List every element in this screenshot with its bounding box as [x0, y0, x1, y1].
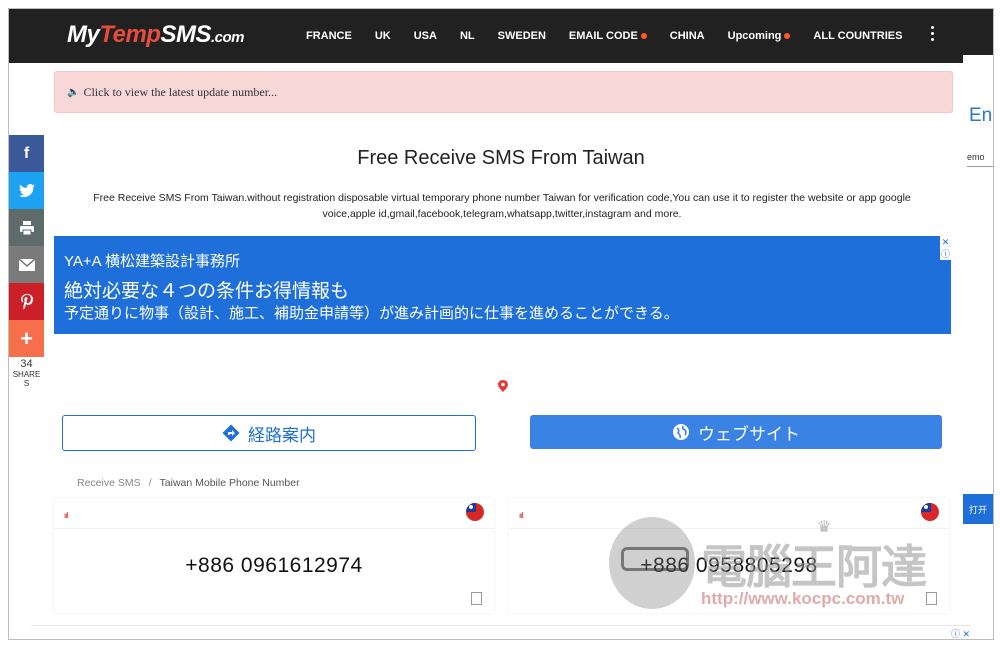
nav-item-usa[interactable]: USA — [414, 30, 437, 42]
more-share-button[interactable]: + — [9, 320, 44, 357]
share-sidebar: f + 34 SHARE S — [9, 135, 44, 388]
browser-viewport: MyTempSMS.com FRANCE UK USA NL SWEDEN EM… — [8, 8, 994, 640]
more-menu-icon[interactable] — [931, 26, 935, 44]
ad-headline: 絶対必要な４つの条件お得情報も — [64, 281, 350, 302]
new-dot-icon — [784, 33, 791, 39]
globe-icon — [673, 424, 689, 440]
phone-number-card[interactable]: ııl +886 0961612974 — [54, 498, 494, 613]
copy-icon[interactable] — [926, 592, 937, 605]
taiwan-flag-icon — [466, 503, 484, 521]
breadcrumb-current: Taiwan Mobile Phone Number — [159, 477, 300, 489]
route-guide-button[interactable]: 経路案内 — [62, 415, 476, 451]
open-button[interactable]: 打开 — [963, 494, 993, 524]
directions-icon — [222, 424, 240, 442]
nav-item-france[interactable]: FRANCE — [306, 30, 352, 42]
ad-advertiser: YA+A 横松建築設計事務所 — [64, 253, 241, 270]
taiwan-flag-icon — [921, 503, 939, 521]
share-label-cont: S — [23, 379, 30, 388]
nav-item-uk[interactable]: UK — [375, 30, 391, 42]
top-navbar: MyTempSMS.com FRANCE UK USA NL SWEDEN EM… — [9, 9, 993, 63]
map-pin-icon — [498, 380, 508, 392]
twitter-icon — [18, 183, 35, 197]
site-logo[interactable]: MyTempSMS.com — [67, 21, 245, 49]
phone-number[interactable]: +886 0958805298 — [509, 554, 949, 578]
email-icon — [18, 258, 35, 271]
nav-item-sweden[interactable]: SWEDEN — [498, 30, 546, 42]
facebook-share-button[interactable]: f — [9, 135, 44, 172]
nav-item-nl[interactable]: NL — [460, 30, 475, 42]
signal-icon: ııl — [64, 511, 69, 520]
bottom-ad-divider — [31, 625, 971, 626]
nav-item-upcoming[interactable]: Upcoming — [728, 30, 791, 42]
share-count: 34 — [20, 358, 33, 370]
pinterest-share-button[interactable] — [9, 283, 44, 320]
main-menu: FRANCE UK USA NL SWEDEN EMAIL CODE CHINA… — [306, 9, 925, 63]
nav-item-china[interactable]: CHINA — [670, 30, 705, 42]
new-dot-icon — [640, 33, 647, 39]
nav-item-all-countries[interactable]: ALL COUNTRIES — [813, 30, 902, 42]
pinterest-icon — [20, 293, 33, 310]
bottom-ad-close-icon[interactable]: ⓘ ✕ — [951, 627, 970, 639]
ad-close-icon[interactable]: ✕ ⓘ — [940, 236, 951, 260]
phone-number[interactable]: +886 0961612974 — [54, 554, 494, 578]
ad-banner[interactable]: YA+A 横松建築設計事務所 絶対必要な４つの条件お得情報も 予定通りに物事（設… — [54, 236, 951, 334]
page-title: Free Receive SMS From Taiwan — [357, 147, 645, 169]
share-label: SHARE — [12, 370, 41, 379]
twitter-share-button[interactable] — [9, 172, 44, 209]
website-button[interactable]: ウェブサイト — [530, 415, 942, 449]
advertisement[interactable]: YA+A 横松建築設計事務所 絶対必要な４つの条件お得情報も 予定通りに物事（設… — [54, 236, 951, 454]
copy-icon[interactable] — [471, 592, 482, 605]
breadcrumb-home-link[interactable]: Receive SMS — [77, 477, 141, 489]
update-notice-text: Click to view the latest update number..… — [83, 84, 278, 99]
right-side-panel: En emo 打开 — [963, 55, 993, 639]
breadcrumb: Receive SMS / Taiwan Mobile Phone Number — [77, 477, 300, 489]
ad-body: 予定通りに物事（設計、施工、補助金申請等）が進み計画的に仕事を進めることができる… — [64, 305, 679, 322]
email-share-button[interactable] — [9, 246, 44, 283]
update-notice-bar[interactable]: 🔈 Click to view the latest update number… — [54, 71, 953, 113]
nav-item-email-code[interactable]: EMAIL CODE — [569, 30, 647, 42]
phone-number-card[interactable]: ııl +886 0958805298 — [509, 498, 949, 613]
print-icon — [19, 220, 34, 235]
right-panel-text: emo — [967, 152, 985, 162]
print-share-button[interactable] — [9, 209, 44, 246]
page-description: Free Receive SMS From Taiwan.without reg… — [93, 192, 911, 220]
right-panel-heading: En — [969, 105, 993, 126]
right-panel-underline — [967, 166, 993, 167]
signal-icon: ııl — [519, 511, 524, 520]
speaker-icon: 🔈 — [67, 86, 80, 98]
